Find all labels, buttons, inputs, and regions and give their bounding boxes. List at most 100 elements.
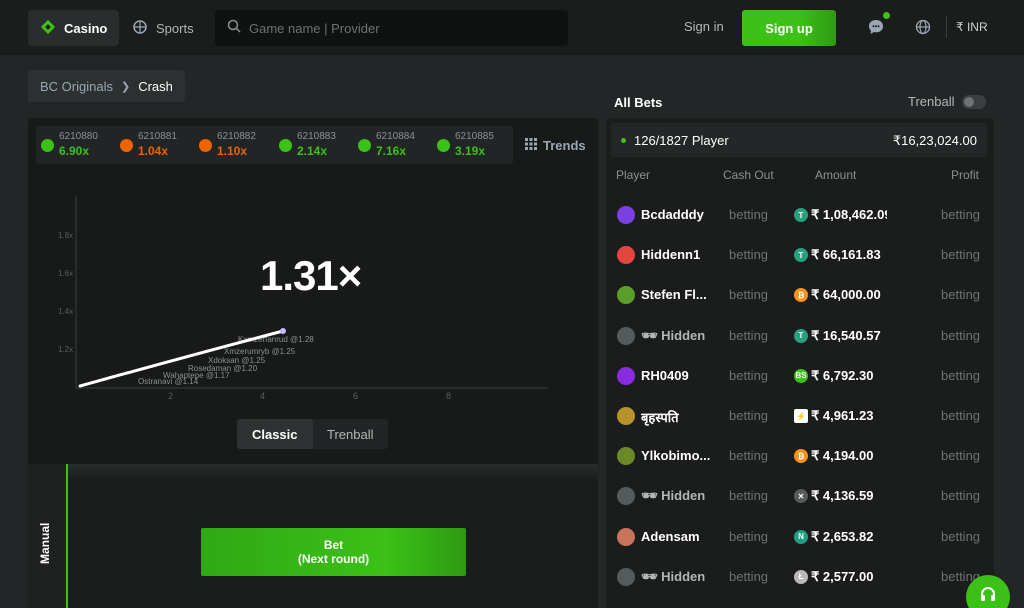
player-name-text: Hidden bbox=[661, 488, 706, 504]
player-name: Bcdadddy bbox=[641, 207, 704, 222]
trenball-toggle[interactable] bbox=[962, 94, 987, 109]
divider bbox=[946, 16, 947, 38]
mode-classic-button[interactable]: Classic bbox=[237, 419, 313, 449]
bet-row[interactable]: Stefen Fl... betting ₿ ₹ 64,000.00 betting bbox=[606, 275, 994, 315]
avatar bbox=[617, 567, 635, 586]
player-name-text: Stefen Fl... bbox=[641, 287, 707, 303]
bet-button-label: Bet bbox=[323, 538, 344, 552]
search-input[interactable] bbox=[249, 20, 549, 36]
signup-button[interactable]: Sign up bbox=[742, 10, 836, 46]
cashout-status: betting bbox=[729, 488, 769, 504]
x-tick: 6 bbox=[353, 391, 358, 401]
grid-icon bbox=[525, 138, 537, 153]
history-dot bbox=[358, 139, 371, 152]
chat-icon[interactable] bbox=[866, 17, 886, 37]
bets-panel: 126/1827 Player ₹16,23,024.00 Player Cas… bbox=[606, 118, 994, 608]
mode-switch: Classic Trenball bbox=[237, 419, 388, 449]
bet-amount: ₹ 4,961.23 bbox=[811, 408, 874, 423]
game-panel: 6210880 6.90x 6210881 1.04x 6210882 1.10… bbox=[28, 118, 598, 608]
bet-area-divider bbox=[28, 464, 598, 480]
toggle-knob bbox=[964, 96, 975, 107]
signin-link[interactable]: Sign in bbox=[684, 19, 724, 34]
bet-button[interactable]: Bet (Next round) bbox=[201, 528, 466, 576]
player-name-text: Hidden bbox=[661, 568, 706, 584]
bet-amount: ₹ 64,000.00 bbox=[811, 287, 881, 303]
hidden-user-icon: 🕶 bbox=[641, 327, 658, 343]
avatar bbox=[617, 286, 635, 305]
player-name: RH0409 bbox=[641, 368, 689, 383]
history-multiplier: 2.14x bbox=[297, 144, 328, 158]
player-name-text: Hiddenn1 bbox=[641, 247, 701, 263]
bet-row[interactable]: 🕶 Hidden betting ✕ ₹ 4,136.59 betting bbox=[606, 476, 994, 516]
bet-row[interactable]: Adensam betting N ₹ 2,653.82 betting bbox=[606, 517, 994, 557]
history-item[interactable]: 6210884 7.16x bbox=[356, 131, 426, 161]
trends-label: Trends bbox=[543, 138, 586, 153]
coin-icon: BS bbox=[794, 368, 808, 383]
players-count: 126/1827 Player bbox=[634, 133, 729, 148]
bet-row[interactable]: 🕶 Hidden betting Ł ₹ 2,577.00 betting bbox=[606, 557, 994, 597]
history-item[interactable]: 6210885 3.19x bbox=[435, 131, 505, 161]
history-multiplier: 3.19x bbox=[455, 144, 486, 158]
profit-status: betting bbox=[941, 367, 981, 383]
coin-icon: T bbox=[794, 328, 808, 343]
col-player: Player bbox=[616, 168, 651, 182]
player-name: बृहस्पति bbox=[641, 408, 679, 426]
history-dot bbox=[279, 139, 292, 152]
avatar bbox=[617, 487, 635, 506]
bet-button-sublabel: (Next round) bbox=[297, 552, 370, 566]
mode-trenball-button[interactable]: Trenball bbox=[313, 419, 389, 449]
coin-icon: T bbox=[794, 248, 808, 263]
history-item[interactable]: 6210883 2.14x bbox=[277, 131, 347, 161]
avatar bbox=[617, 407, 635, 425]
y-tick: 1.2x bbox=[58, 345, 73, 354]
currency-selector[interactable]: ₹ INR bbox=[956, 20, 988, 34]
x-tick: 4 bbox=[260, 391, 265, 401]
player-name: Adensam bbox=[641, 529, 700, 544]
breadcrumb-home[interactable]: BC Originals bbox=[40, 79, 113, 94]
bet-row[interactable]: 🕶 Hidden betting T ₹ 16,540.57 betting bbox=[606, 316, 994, 356]
bet-amount: ₹ 2,577.00 bbox=[811, 568, 874, 584]
cashout-status: betting bbox=[729, 207, 769, 222]
bet-row[interactable]: RH0409 betting BS ₹ 6,792.30 betting bbox=[606, 356, 994, 396]
x-tick: 2 bbox=[168, 391, 173, 401]
bet-row[interactable]: Ylkobimo... betting ₿ ₹ 4,194.00 betting bbox=[606, 436, 994, 476]
manual-label: Manual bbox=[38, 522, 52, 564]
history-item[interactable]: 6210881 1.04x bbox=[118, 131, 188, 161]
player-name: 🕶 Hidden bbox=[641, 569, 705, 585]
support-button[interactable] bbox=[966, 575, 1010, 608]
history-dot bbox=[41, 139, 54, 152]
bet-row[interactable]: Bcdadddy betting T ₹ 1,08,462.09 betting bbox=[606, 195, 994, 235]
avatar bbox=[617, 206, 635, 224]
history-dot bbox=[120, 139, 133, 152]
history-round-id: 6210884 bbox=[376, 131, 415, 142]
cashout-status: betting bbox=[729, 327, 769, 343]
hidden-user-icon: 🕶 bbox=[641, 488, 658, 504]
cashout-status: betting bbox=[729, 568, 769, 584]
bet-row[interactable]: बृहस्पति betting ⚡ ₹ 4,961.23 betting bbox=[606, 396, 994, 436]
y-tick: 1.8x bbox=[58, 231, 73, 240]
x-tick: 8 bbox=[446, 391, 451, 401]
notification-dot bbox=[883, 12, 890, 19]
cashout-status: betting bbox=[729, 247, 769, 263]
col-profit: Profit bbox=[951, 168, 980, 182]
player-name-text: Adensam bbox=[641, 528, 700, 544]
history-round-id: 6210882 bbox=[217, 131, 256, 142]
player-name: 🕶 Hidden bbox=[641, 328, 705, 344]
nav-tab-sports[interactable]: Sports bbox=[120, 10, 206, 46]
nav-tab-casino[interactable]: Casino bbox=[28, 10, 120, 46]
profit-status: betting bbox=[941, 488, 981, 504]
nav-tab-casino-label: Casino bbox=[64, 20, 108, 36]
bet-area: Manual Bet (Next round) bbox=[28, 464, 598, 608]
breadcrumb-current: Crash bbox=[138, 78, 173, 94]
manual-tab[interactable]: Manual bbox=[28, 464, 68, 608]
hidden-user-icon: 🕶 bbox=[641, 568, 658, 584]
bet-amount: ₹ 1,08,462.09 bbox=[811, 207, 887, 222]
trends-button[interactable]: Trends bbox=[525, 138, 586, 153]
history-item[interactable]: 6210880 6.90x bbox=[39, 131, 109, 161]
globe-icon[interactable] bbox=[913, 17, 933, 37]
profit-status: betting bbox=[941, 327, 981, 343]
bet-row[interactable]: Hiddenn1 betting T ₹ 66,161.83 betting bbox=[606, 235, 994, 275]
player-name: 🕶 Hidden bbox=[641, 488, 705, 504]
top-navigation: Casino Sports Sign in Sign up ₹ INR bbox=[0, 0, 1024, 55]
history-item[interactable]: 6210882 1.10x bbox=[197, 131, 267, 161]
